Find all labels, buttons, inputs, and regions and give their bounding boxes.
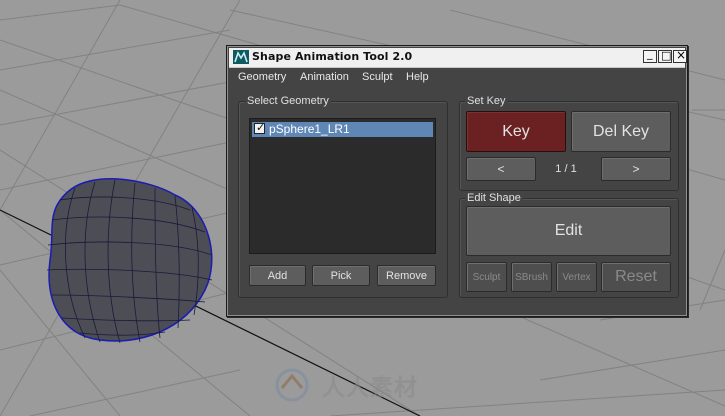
next-key-button[interactable]: > xyxy=(601,157,671,181)
close-button[interactable]: × xyxy=(673,48,687,63)
list-item[interactable]: ✓ pSphere1_LR1 xyxy=(252,121,433,137)
add-button[interactable]: Add xyxy=(249,265,306,286)
prev-key-button[interactable]: < xyxy=(466,157,536,181)
minimize-button[interactable]: _ xyxy=(643,47,657,63)
key-counter: 1 / 1 xyxy=(555,163,577,175)
menu-help[interactable]: Help xyxy=(406,71,429,83)
maya-app-icon xyxy=(233,50,249,64)
watermark-logo-icon xyxy=(275,368,309,402)
key-button[interactable]: Key xyxy=(466,111,566,152)
geometry-checkbox[interactable]: ✓ xyxy=(254,121,266,134)
menu-geometry[interactable]: Geometry xyxy=(238,71,286,83)
minimize-icon: _ xyxy=(647,47,653,60)
geometry-list[interactable]: ✓ pSphere1_LR1 xyxy=(249,118,436,254)
reset-button[interactable]: Reset xyxy=(601,262,671,292)
menu-sculpt[interactable]: Sculpt xyxy=(362,71,393,83)
maximize-button[interactable]: □ xyxy=(658,49,672,63)
checkmark-icon: ✓ xyxy=(256,121,266,134)
geometry-name: pSphere1_LR1 xyxy=(269,122,350,136)
edit-button[interactable]: Edit xyxy=(466,206,671,256)
window-title: Shape Animation Tool 2.0 xyxy=(252,50,413,63)
remove-button[interactable]: Remove xyxy=(377,265,436,286)
sculpt-button[interactable]: Sculpt xyxy=(466,262,507,292)
menu-bar: Geometry Animation Sculpt Help xyxy=(229,68,685,86)
pick-button[interactable]: Pick xyxy=(312,265,370,286)
close-icon: × xyxy=(676,48,687,62)
maximize-icon: □ xyxy=(661,49,672,62)
set-key-label: Set Key xyxy=(465,95,508,107)
sphere-mesh[interactable] xyxy=(46,178,213,344)
menu-animation[interactable]: Animation xyxy=(300,71,349,83)
vertex-button[interactable]: Vertex xyxy=(556,262,597,292)
sbrush-button[interactable]: SBrush xyxy=(511,262,552,292)
edit-shape-label: Edit Shape xyxy=(465,192,523,204)
select-geometry-label: Select Geometry xyxy=(245,95,331,107)
watermark-text: 人人素材 xyxy=(322,375,418,401)
del-key-button[interactable]: Del Key xyxy=(571,111,671,152)
title-bar[interactable]: Shape Animation Tool 2.0 _ □ × xyxy=(229,47,687,68)
